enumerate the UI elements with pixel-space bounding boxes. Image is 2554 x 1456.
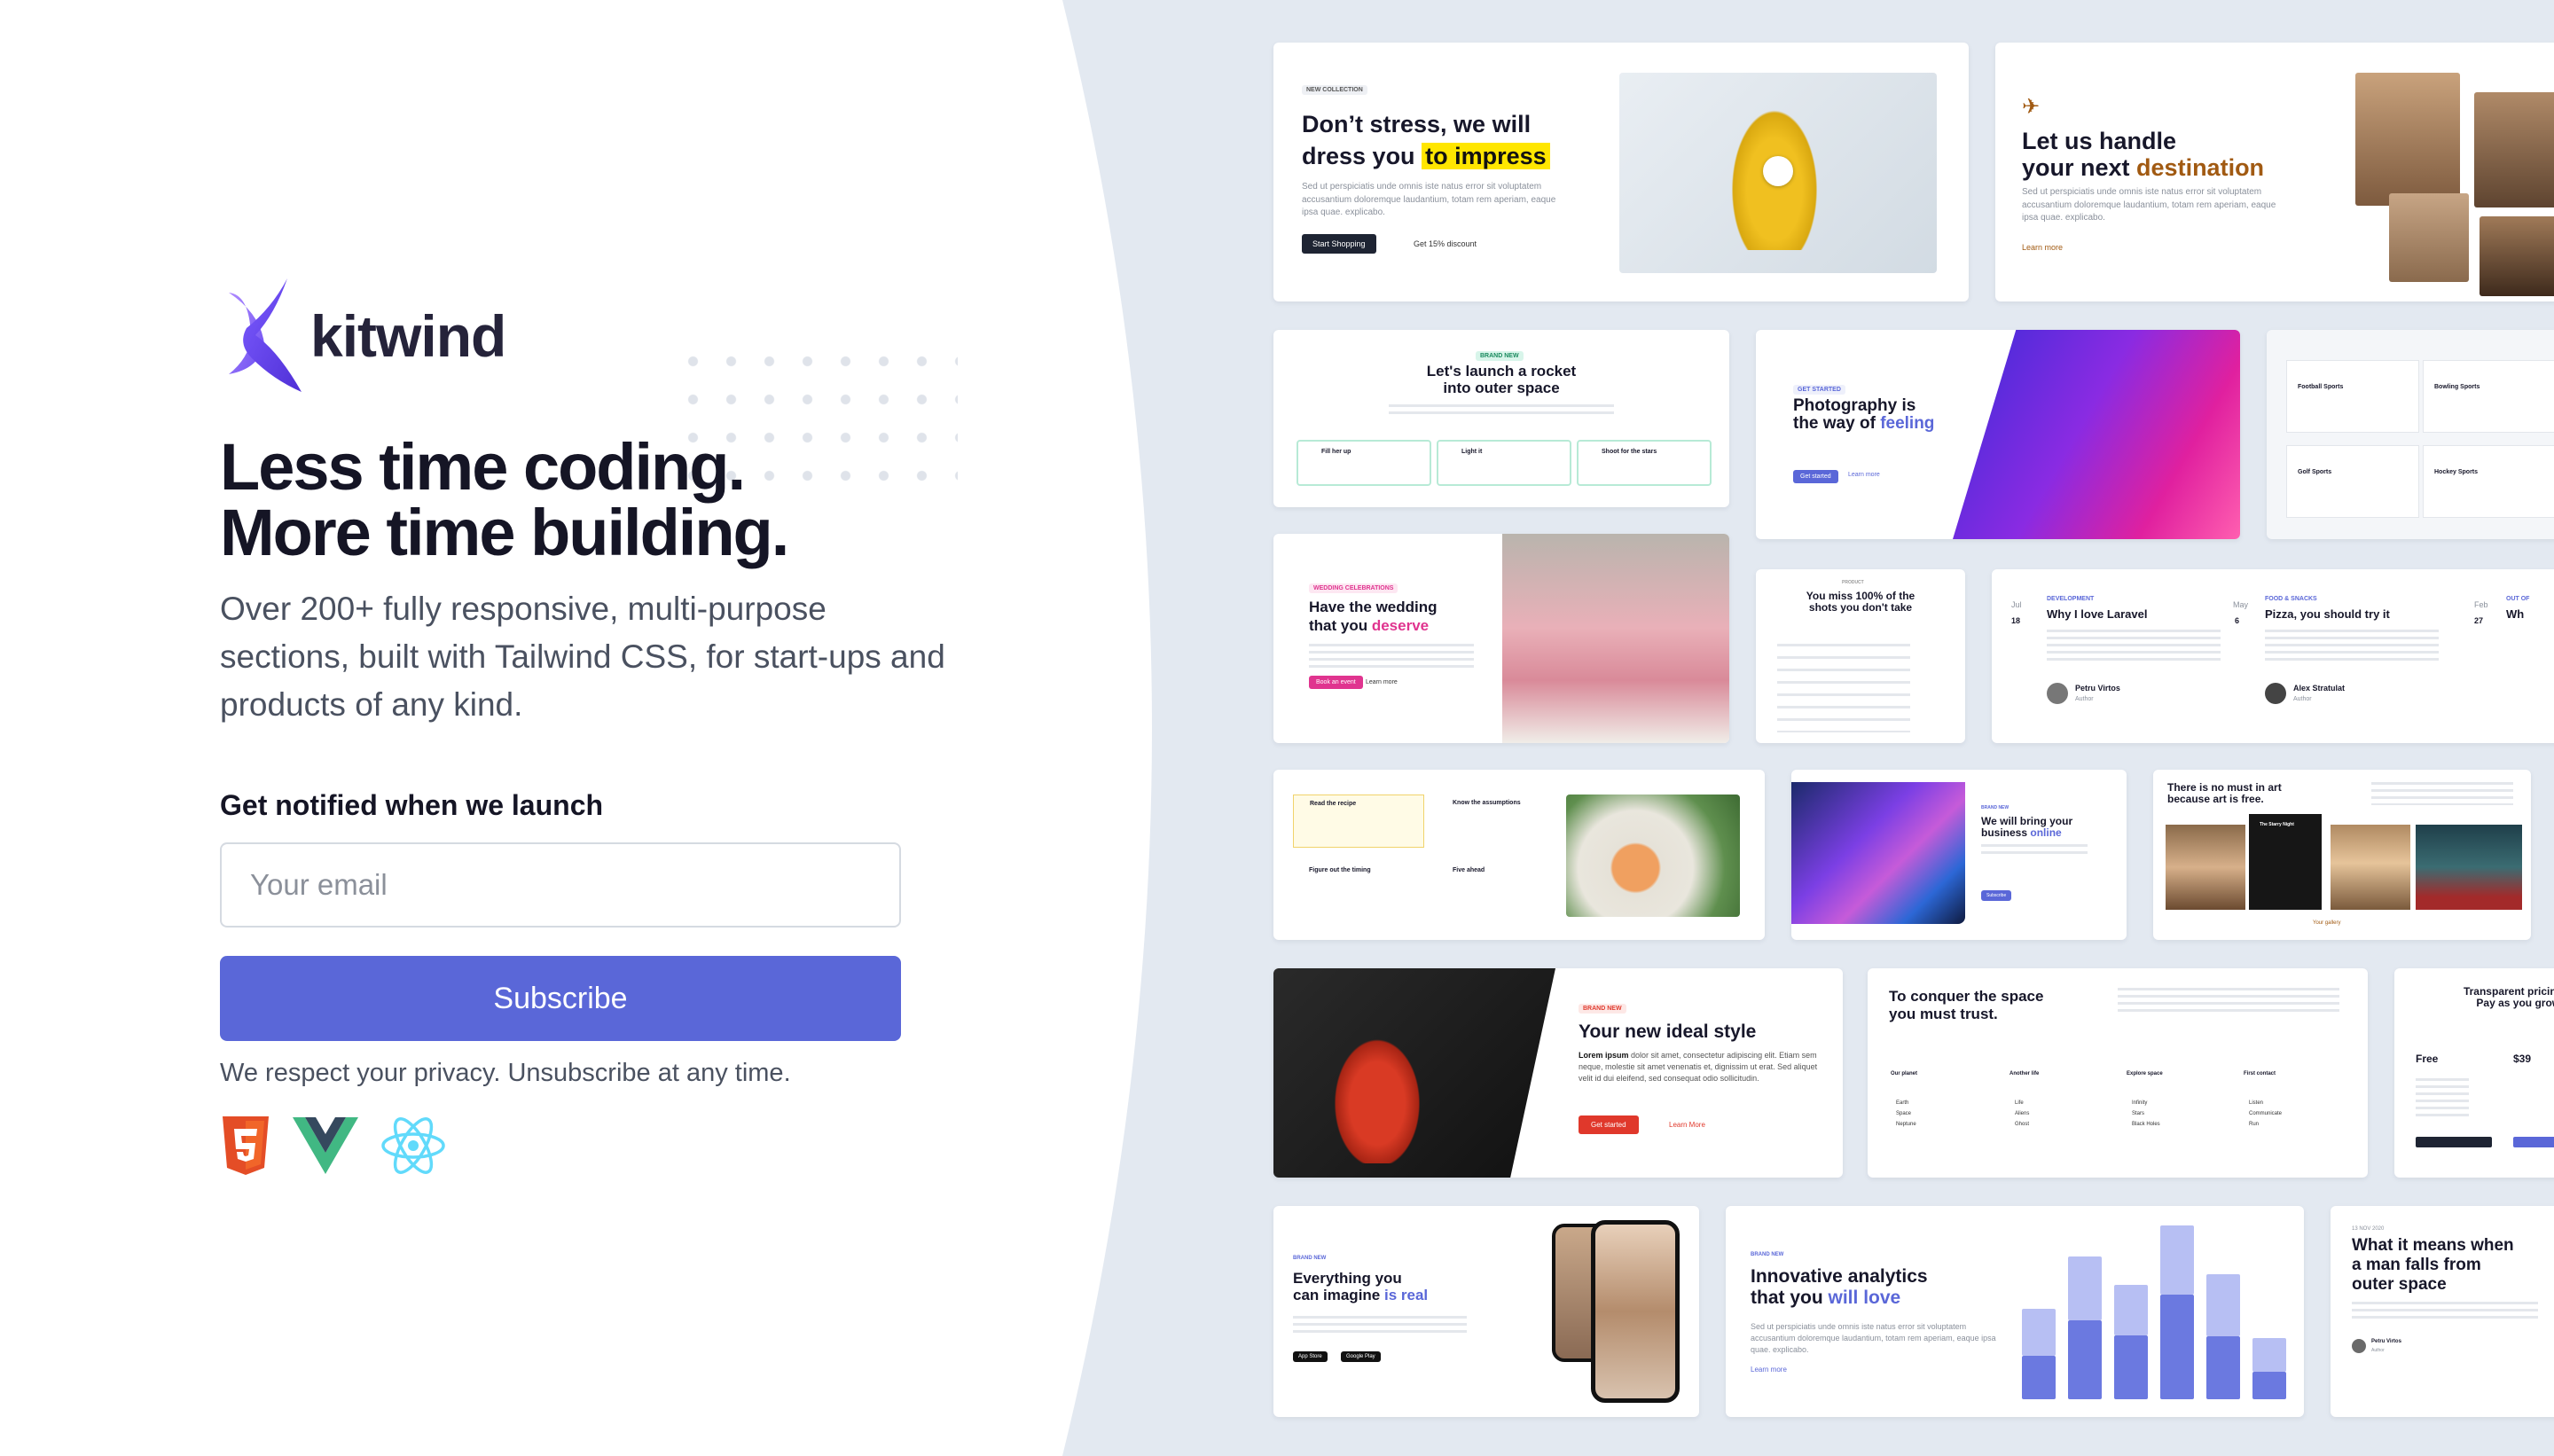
hero-subtitle: Over 200+ fully responsive, multi-purpos… [220, 591, 945, 723]
landing-panel: kitwind Less time coding. More time buil… [0, 0, 1046, 1456]
privacy-note: We respect your privacy. Unsubscribe at … [220, 1059, 791, 1087]
tech-stack-icons [220, 1115, 447, 1176]
hero-headline-line-2: More time building. [220, 496, 789, 569]
kitwind-logo[interactable]: kitwind [220, 277, 506, 395]
signup-label: Get notified when we launch [220, 789, 604, 821]
hero-headline: Less time coding. More time building. [220, 430, 789, 569]
kitwind-logo-mark-icon [229, 278, 302, 392]
kitwind-logo-wordmark: kitwind [310, 303, 506, 369]
vue-icon [293, 1117, 358, 1174]
html5-icon [223, 1116, 269, 1175]
subscribe-button[interactable]: Subscribe [220, 956, 901, 1041]
react-icon [381, 1117, 445, 1174]
hero-headline-line-1: Less time coding. [220, 430, 746, 504]
email-input[interactable] [220, 842, 901, 928]
